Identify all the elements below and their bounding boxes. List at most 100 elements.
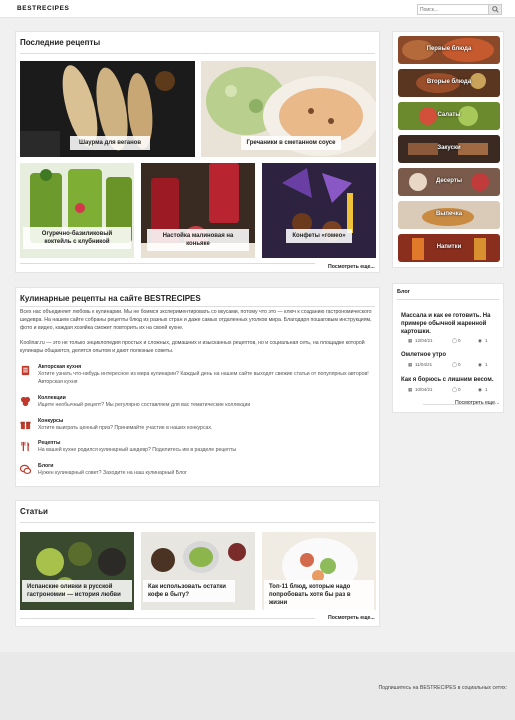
blog-post-title[interactable]: Как я борюсь с лишним весом. [401, 377, 495, 385]
gift-icon [20, 421, 31, 430]
blog-post-meta: ▦ 10/04/21 ◯ 0 ◉ 1 [401, 387, 495, 395]
articles-title: Статьи [20, 507, 48, 516]
search-box [417, 4, 502, 15]
blog-post-date: 10/04/21 [415, 386, 433, 392]
blog-post-date: 11/04/21 [415, 361, 433, 367]
utensils-icon [21, 441, 30, 452]
blog-post[interactable]: Как я борюсь с лишним весом. ▦ 10/04/21 … [401, 377, 495, 395]
calendar-icon: ▦ [408, 386, 413, 392]
article-caption: Топ-11 блюд, которые надо попробовать хо… [264, 580, 374, 610]
about-panel: Кулинарные рецепты на сайте BESTRECIPES … [15, 287, 380, 487]
category-desserts[interactable]: Десерты [398, 168, 500, 196]
feature-title: Конкурсы [38, 418, 64, 424]
blog-post[interactable]: Массала и как ее готовить. На примере об… [401, 313, 495, 346]
calendar-icon: ▦ [408, 338, 413, 344]
blog-post-comments: 0 [458, 361, 461, 367]
blog-post-views: 1 [485, 386, 488, 392]
calendar-icon: ▦ [408, 361, 413, 367]
blog-post-comments: 0 [458, 386, 461, 392]
blog-panel: Блог Массала и как ее готовить. На приме… [392, 283, 504, 413]
category-snacks[interactable]: Закуски [398, 135, 500, 163]
see-more-link[interactable]: Посмотреть еще... [328, 264, 375, 270]
see-more-link[interactable]: Посмотреть еще... [328, 615, 375, 621]
recipe-caption: Шаурма для веганов [70, 136, 150, 151]
article-caption: Как использовать остатки кофе в быту? [143, 580, 235, 603]
divider [20, 618, 315, 619]
category-drinks[interactable]: Напитки [398, 234, 500, 262]
footer: Подпишитесь на BESTRECIPES в социальных … [0, 652, 515, 720]
search-icon [492, 6, 499, 13]
recipe-image [262, 163, 376, 258]
feature-contests[interactable]: Конкурсы Хотите выиграть ценный приз? Пр… [20, 418, 373, 440]
categories-panel: Первые блюда Вторые блюда Салаты Закуски… [392, 31, 504, 268]
feature-author-kitchen[interactable]: Авторская кухня Хотите узнать что-нибудь… [20, 364, 373, 390]
category-baking[interactable]: Выпечка [398, 201, 500, 229]
category-label: Закуски [437, 145, 461, 151]
feature-desc: Ищите необычный рецепт? Мы регулярно сос… [38, 402, 251, 408]
eye-icon: ◉ [478, 361, 482, 367]
feature-desc: На вашей кухне родился кулинарный шедевр… [38, 447, 237, 453]
feature-desc: Хотите узнать что-нибудь интересное из м… [38, 371, 369, 385]
recipe-caption: Конфеты «гомео» [286, 229, 352, 244]
article-caption: Испанские оливки в русской гастрономии —… [22, 580, 132, 603]
recipe-card-liqueur[interactable]: Настойка малиновая на коньяке [141, 163, 255, 258]
blog-post-meta: ▦ 12/04/21 ◯ 0 ◉ 1 [401, 338, 495, 346]
blog-post-meta: ▦ 11/04/21 ◯ 0 ◉ 1 [401, 362, 495, 370]
chat-icon [20, 464, 31, 475]
blog-post-comments: 0 [458, 338, 461, 344]
latest-recipes-panel: Последние рецепты Шаурма для веганов Гре… [15, 31, 380, 273]
recipe-card-candies[interactable]: Конфеты «гомео» [262, 163, 376, 258]
about-paragraph: Всех нас объединяет любовь к кулинарии. … [20, 309, 372, 331]
blog-title: Блог [397, 289, 411, 295]
article-card-top11[interactable]: Топ-11 блюд, которые надо попробовать хо… [262, 532, 376, 610]
feature-recipes[interactable]: Рецепты На вашей кухне родился кулинарны… [20, 440, 373, 462]
about-title: Кулинарные рецепты на сайте BESTRECIPES [20, 294, 201, 303]
category-first-courses[interactable]: Первые блюда [398, 36, 500, 64]
divider [20, 53, 375, 54]
blog-post-date: 12/04/21 [415, 338, 433, 344]
category-label: Выпечка [435, 211, 463, 217]
divider [20, 522, 375, 523]
latest-recipes-title: Последние рецепты [20, 38, 101, 47]
search-input[interactable] [418, 5, 488, 14]
recipe-caption: Огуречно-базиликовый коктейль с клубнико… [23, 227, 131, 250]
category-label: Десерты [436, 178, 462, 184]
category-main-courses[interactable]: Вторые блюда [398, 69, 500, 97]
recipe-card-grechaniki[interactable]: Гречаники в сметанном соусе [201, 61, 376, 157]
search-button[interactable] [488, 5, 501, 14]
recipe-card-cocktail[interactable]: Огуречно-базиликовый коктейль с клубнико… [20, 163, 134, 258]
comment-icon: ◯ [452, 338, 458, 344]
feature-desc: Хотите выиграть ценный приз? Принимайте … [38, 425, 213, 431]
feature-title: Блоги [38, 463, 54, 469]
feature-title: Коллекции [38, 395, 66, 401]
category-label: Салаты [437, 112, 461, 118]
site-logo[interactable]: BESTRECIPES [17, 5, 69, 12]
feature-title: Рецепты [38, 440, 61, 446]
recipe-card-shawarma[interactable]: Шаурма для веганов [20, 61, 195, 157]
recipe-caption: Настойка малиновая на коньяке [147, 229, 249, 252]
article-card-coffee[interactable]: Как использовать остатки кофе в быту? [141, 532, 255, 610]
blog-post[interactable]: Омлетное утро ▦ 11/04/21 ◯ 0 ◉ 1 [401, 352, 495, 370]
see-more-link[interactable]: Посмотреть еще... [455, 400, 499, 406]
eye-icon: ◉ [478, 338, 482, 344]
blog-post-title[interactable]: Массала и как ее готовить. На примере об… [401, 313, 495, 336]
feature-blogs[interactable]: Блоги Нужен кулинарный совет? Заходите н… [20, 463, 373, 485]
category-salads[interactable]: Салаты [398, 102, 500, 130]
feature-desc: Нужен кулинарный совет? Заходите на наш … [38, 470, 187, 476]
category-label: Напитки [436, 244, 462, 250]
collection-icon [20, 396, 31, 407]
comment-icon: ◯ [452, 386, 458, 392]
recipe-caption: Гречаники в сметанном соусе [241, 136, 341, 151]
blog-post-views: 1 [485, 361, 488, 367]
feature-collections[interactable]: Коллекции Ищите необычный рецепт? Мы рег… [20, 395, 373, 417]
comment-icon: ◯ [452, 361, 458, 367]
divider [397, 299, 499, 300]
book-icon [21, 365, 30, 376]
blog-post-title[interactable]: Омлетное утро [401, 352, 495, 360]
eye-icon: ◉ [478, 386, 482, 392]
article-card-olives[interactable]: Испанские оливки в русской гастрономии —… [20, 532, 134, 610]
articles-panel: Статьи Испанские оливки в русской гастро… [15, 500, 380, 627]
feature-title: Авторская кухня [38, 364, 82, 370]
category-label: Вторые блюда [426, 79, 472, 85]
about-paragraph: Koolinar.ru — это не только энциклопедия… [20, 340, 365, 354]
